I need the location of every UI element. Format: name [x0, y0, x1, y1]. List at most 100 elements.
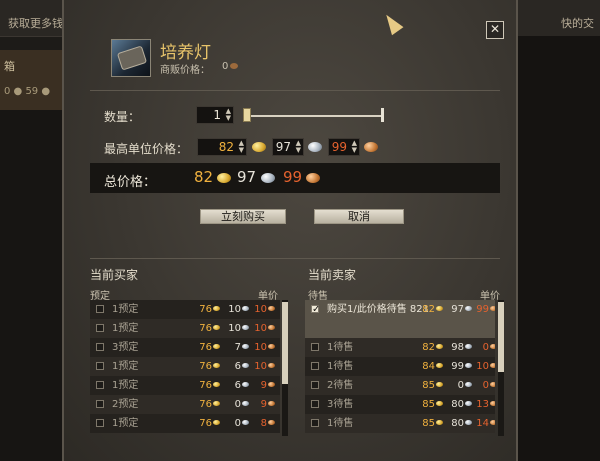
stepper-arrows-icon[interactable]: ▲ ▼ [352, 140, 357, 154]
row-gold-value: 76 [199, 399, 212, 410]
buyers-row[interactable]: 1预定 76 10 10 [90, 300, 280, 319]
stepper-arrows-icon[interactable]: ▲ ▼ [226, 108, 231, 122]
row-checkbox[interactable] [96, 343, 104, 351]
row-checkbox[interactable] [311, 419, 319, 427]
silver-coin-icon [308, 142, 322, 152]
row-checkbox[interactable] [311, 362, 319, 370]
sellers-row[interactable]: 购买1/此价格待售 821829799 [305, 300, 495, 338]
row-checkbox[interactable] [96, 305, 104, 313]
row-gold-value: 85 [422, 380, 435, 391]
sellers-scrollbar-thumb[interactable] [498, 302, 504, 372]
sellers-list: 购买1/此价格待售 8218297991待售829801待售8499102待售8… [305, 300, 495, 436]
max-price-silver-input[interactable]: 97 ▲ ▼ [272, 138, 304, 156]
buyers-row[interactable]: 1预定 76 0 8 [90, 414, 280, 433]
row-checkbox[interactable] [96, 400, 104, 408]
quantity-input[interactable]: 1 ▲ ▼ [196, 106, 234, 124]
close-button[interactable]: ✕ [486, 21, 504, 39]
silver-coin-icon [242, 382, 249, 387]
silver-coin-icon [242, 344, 249, 349]
background-left-area [0, 110, 64, 461]
copper-coin-icon [490, 306, 495, 311]
buy-now-button[interactable]: 立刻购买 [200, 209, 286, 224]
row-gold-value: 76 [199, 380, 212, 391]
row-copper-value: 10 [254, 342, 267, 353]
row-quantity-label: 1预定 [112, 418, 139, 429]
copper-coin-icon [490, 363, 495, 368]
background-tab-right[interactable]: 快的交 [524, 12, 600, 36]
buyers-list: 1预定 76 10 10 1预定 76 10 10 3预定 76 7 10 1预定 76 6 10 1预定 76 6… [90, 300, 280, 436]
divider [90, 90, 500, 91]
row-silver-value: 6 [234, 361, 241, 372]
gold-coin-icon [436, 401, 443, 406]
copper-coin-icon [490, 401, 495, 406]
gold-coin-icon [213, 363, 220, 368]
copper-coin-icon [364, 142, 378, 152]
buyers-row[interactable]: 1预定 76 6 9 [90, 376, 280, 395]
buyers-row[interactable]: 2预定 76 0 9 [90, 395, 280, 414]
buyers-row[interactable]: 1预定 76 10 10 [90, 319, 280, 338]
row-silver-value: 0 [234, 399, 241, 410]
row-copper-value: 10 [254, 361, 267, 372]
row-checkbox[interactable] [311, 400, 319, 408]
gold-coin-icon [213, 420, 220, 425]
gold-coin-icon [213, 306, 220, 311]
buyers-row[interactable]: 1预定 76 6 10 [90, 357, 280, 376]
copper-coin-icon [268, 420, 275, 425]
total-copper-value: 99 [283, 168, 303, 186]
copper-coin-icon [490, 382, 495, 387]
gold-coin-icon [436, 363, 443, 368]
buyers-title: 当前买家 [90, 268, 139, 282]
row-checkbox[interactable] [311, 381, 319, 389]
quantity-slider-track[interactable] [245, 115, 383, 117]
total-silver-value: 97 [237, 168, 257, 186]
row-quantity-label: 1预定 [112, 361, 139, 372]
row-gold-value: 76 [199, 323, 212, 334]
row-quantity-label: 1待售 [327, 361, 354, 372]
buyers-scrollbar-thumb[interactable] [282, 302, 288, 384]
row-checkbox[interactable] [96, 362, 104, 370]
max-price-gold-input[interactable]: 82 ▲ ▼ [197, 138, 247, 156]
background-left-panel: 箱 0 ● 59 ● [0, 50, 64, 110]
gold-coin-icon [213, 344, 220, 349]
quantity-value: 1 [213, 108, 221, 122]
buyers-row[interactable]: 3预定 76 7 10 [90, 338, 280, 357]
row-checkbox[interactable] [96, 419, 104, 427]
row-gold-value: 76 [199, 304, 212, 315]
row-checkbox[interactable] [96, 381, 104, 389]
gold-coin-icon [436, 382, 443, 387]
row-quantity-label: 3待售 [327, 399, 354, 410]
row-copper-value: 0 [482, 342, 489, 353]
sellers-row[interactable]: 1待售 82 98 0 [305, 338, 495, 357]
sellers-row[interactable]: 3待售 85 80 13 [305, 395, 495, 414]
gold-coin-icon [436, 306, 443, 311]
row-checkbox[interactable] [96, 324, 104, 332]
row-quantity-label: 2预定 [112, 399, 139, 410]
stepper-arrows-icon[interactable]: ▲ ▼ [239, 140, 244, 154]
sellers-title: 当前卖家 [308, 268, 357, 282]
total-price-label: 总价格： [104, 175, 157, 190]
gold-coin-icon [436, 344, 443, 349]
sellers-row[interactable]: 2待售 85 0 0 [305, 376, 495, 395]
silver-coin-icon [242, 325, 249, 330]
gold-coin-icon [252, 142, 266, 152]
background-left-panel-sub: 0 ● 59 ● [4, 86, 51, 97]
row-silver-value: 6 [234, 380, 241, 391]
stepper-arrows-icon[interactable]: ▲ ▼ [296, 140, 301, 154]
sellers-row[interactable]: 1待售 84 99 10 [305, 357, 495, 376]
sellers-row[interactable]: 1待售 85 80 14 [305, 414, 495, 433]
row-checkbox[interactable] [311, 300, 320, 319]
vendor-price-label: 商贩价格： [160, 65, 210, 76]
max-price-copper-input[interactable]: 99 ▲ ▼ [328, 138, 360, 156]
row-quantity-label: 1预定 [112, 380, 139, 391]
max-price-gold-value: 82 [218, 140, 234, 154]
gold-coin-icon [436, 420, 443, 425]
row-silver-value: 7 [234, 342, 241, 353]
cancel-button[interactable]: 取消 [314, 209, 404, 224]
row-checkbox[interactable] [311, 343, 319, 351]
quantity-slider-handle[interactable] [243, 108, 251, 122]
row-gold-value: 85 [422, 399, 435, 410]
row-copper-value: 13 [476, 399, 489, 410]
row-silver-value: 10 [228, 304, 241, 315]
silver-coin-icon [242, 363, 249, 368]
row-quantity-label: 1待售 [327, 418, 354, 429]
